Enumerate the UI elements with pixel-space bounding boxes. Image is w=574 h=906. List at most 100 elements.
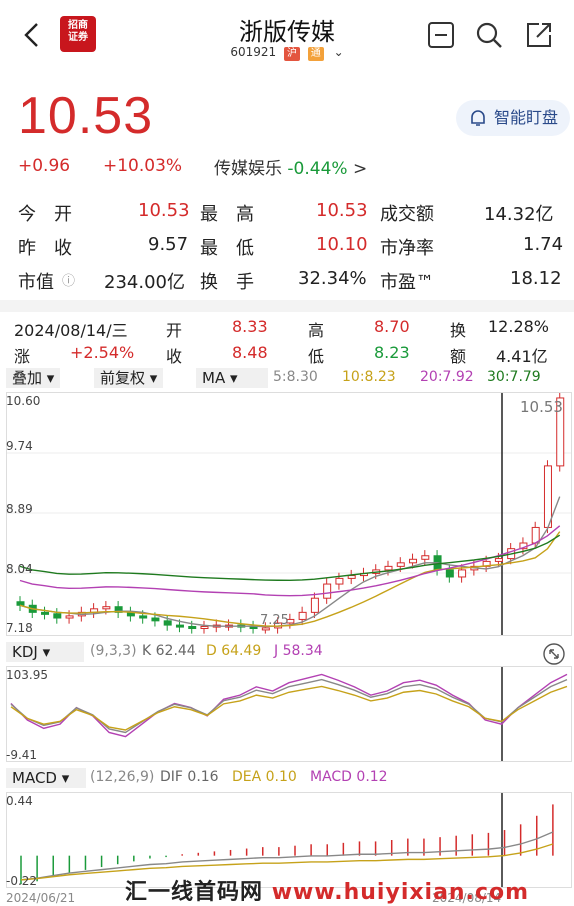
hist-value: 4.41亿: [496, 347, 548, 366]
market-tag-connect: 通: [307, 47, 324, 61]
stats-row: 今 开 10.53 最 高 10.53 成交额 14.32亿: [18, 196, 563, 230]
candle-body: [175, 624, 184, 628]
ma30-line: [19, 534, 561, 581]
candle-body: [200, 626, 209, 630]
smart-watch-button[interactable]: 智能盯盘: [456, 100, 570, 136]
overlay-label: 叠加: [12, 369, 43, 387]
current-price: 10.53: [18, 87, 154, 145]
ma5-value: 5:8.30: [273, 369, 318, 385]
candle-body: [323, 583, 332, 599]
stat-label: 最 高: [200, 204, 254, 225]
crosshair-info: 2024/08/14/三 开 8.33 高 8.70 换 12.28% 涨 +2…: [0, 312, 574, 368]
adjust-label: 前复权: [100, 369, 146, 387]
y-tick: 8.04: [6, 562, 33, 576]
stat-value: 10.10: [316, 234, 368, 255]
y-tick: 8.89: [6, 502, 33, 516]
stat-label: 今 开: [18, 204, 72, 225]
candle-body: [41, 611, 50, 615]
kdj-ymin: -9.41: [6, 748, 38, 762]
macd-ymin: -0.22: [6, 874, 38, 888]
candle-body: [188, 626, 197, 630]
hist-label: 高: [308, 321, 325, 340]
candle-body: [151, 617, 160, 622]
search-icon[interactable]: [474, 20, 504, 50]
stat-value: 10.53: [316, 200, 368, 221]
sector-change: -0.44%: [287, 159, 348, 179]
kdj-params: (9,3,3): [90, 643, 137, 659]
watermark: 汇一线首码网 www.huiyixian.com: [125, 874, 529, 906]
stat-value: 32.34%: [298, 268, 367, 289]
chevron-right-icon: >: [352, 159, 368, 179]
macd-svg: [20, 793, 554, 887]
stat-label: 换 手: [200, 272, 254, 293]
candle-body: [384, 565, 393, 571]
hist-label: 涨: [14, 347, 31, 366]
candle-body: [543, 465, 552, 528]
kdj-d-line: [10, 685, 568, 731]
candlestick-chart[interactable]: [6, 392, 572, 636]
hist-date: 2024/08/14/三: [14, 321, 128, 340]
hist-label: 低: [308, 347, 325, 366]
kdj-header: KDJ ▾ (9,3,3) K 62.44 D 64.49 J 58.34: [0, 642, 574, 666]
bell-icon: [471, 110, 485, 126]
high-label: 10.53: [520, 398, 563, 416]
hist-label: 收: [166, 347, 183, 366]
stat-label: 成交额: [380, 204, 434, 225]
hist-value: +2.54%: [70, 343, 135, 362]
info-icon[interactable]: ⓘ: [62, 270, 75, 289]
price-change-pct: +10.03%: [103, 156, 183, 176]
stat-label: 市净率: [380, 238, 434, 259]
y-tick: 9.74: [6, 439, 33, 453]
adjust-dropdown[interactable]: 前复权 ▾: [94, 368, 164, 388]
candle-body: [139, 615, 148, 619]
price-change: +0.96: [18, 156, 71, 176]
chevron-down-icon[interactable]: ⌄: [334, 45, 344, 59]
expand-icon[interactable]: [542, 642, 566, 666]
ma20-value: 20:7.92: [420, 369, 474, 385]
kdj-j-line: [10, 673, 568, 738]
candle-body: [310, 597, 319, 613]
ma30-value: 30:7.79: [487, 369, 541, 385]
stat-value: 1.74: [523, 234, 564, 255]
y-tick: 10.60: [6, 394, 41, 408]
stat-value: 234.00亿: [104, 272, 185, 293]
macd-header: MACD ▾ (12,26,9) DIF 0.16 DEA 0.10 MACD …: [0, 768, 574, 790]
low-label: 7.25: [260, 613, 289, 628]
hist-label: 开: [166, 321, 183, 340]
candle-body: [53, 613, 62, 619]
candle-body: [102, 606, 111, 610]
sector-link[interactable]: 传媒娱乐 -0.44% >: [214, 154, 367, 179]
kdj-ymax: 103.95: [6, 668, 48, 682]
kdj-chart[interactable]: [6, 666, 572, 762]
candlestick-svg: [7, 392, 571, 635]
hist-label: 换: [450, 321, 467, 340]
macd-dropdown[interactable]: MACD ▾: [6, 768, 86, 788]
candle-body: [458, 569, 467, 578]
hist-value: 8.48: [232, 343, 268, 362]
y-tick: 7.18: [6, 621, 33, 635]
candle-body: [261, 627, 270, 631]
divider: [0, 300, 574, 312]
candle-body: [409, 558, 418, 564]
ma-dropdown[interactable]: MA ▾: [196, 368, 268, 388]
macd-params: (12,26,9): [90, 769, 155, 785]
market-tag-sh: 沪: [283, 47, 300, 61]
hist-value: 12.28%: [488, 317, 550, 336]
macd-dif: DIF 0.16: [160, 769, 219, 785]
macd-value: MACD 0.12: [310, 769, 388, 785]
macd-dea: DEA 0.10: [232, 769, 297, 785]
share-icon[interactable]: [524, 20, 554, 50]
minus-square-icon[interactable]: [426, 20, 456, 50]
macd-ymax: 0.44: [6, 794, 33, 808]
kdj-dropdown[interactable]: KDJ ▾: [6, 642, 84, 662]
candle-body: [347, 575, 356, 579]
ma-label: MA: [202, 369, 226, 387]
macd-label: MACD: [12, 769, 57, 787]
ma20-line: [19, 525, 561, 597]
kdj-svg: [10, 667, 568, 761]
overlay-dropdown[interactable]: 叠加 ▾: [6, 368, 61, 388]
kdj-k: K 62.44: [142, 643, 196, 659]
stat-value: 14.32亿: [484, 204, 554, 225]
watermark-cn: 汇一线首码网: [125, 880, 264, 905]
smart-watch-label: 智能盯盘: [494, 108, 559, 127]
